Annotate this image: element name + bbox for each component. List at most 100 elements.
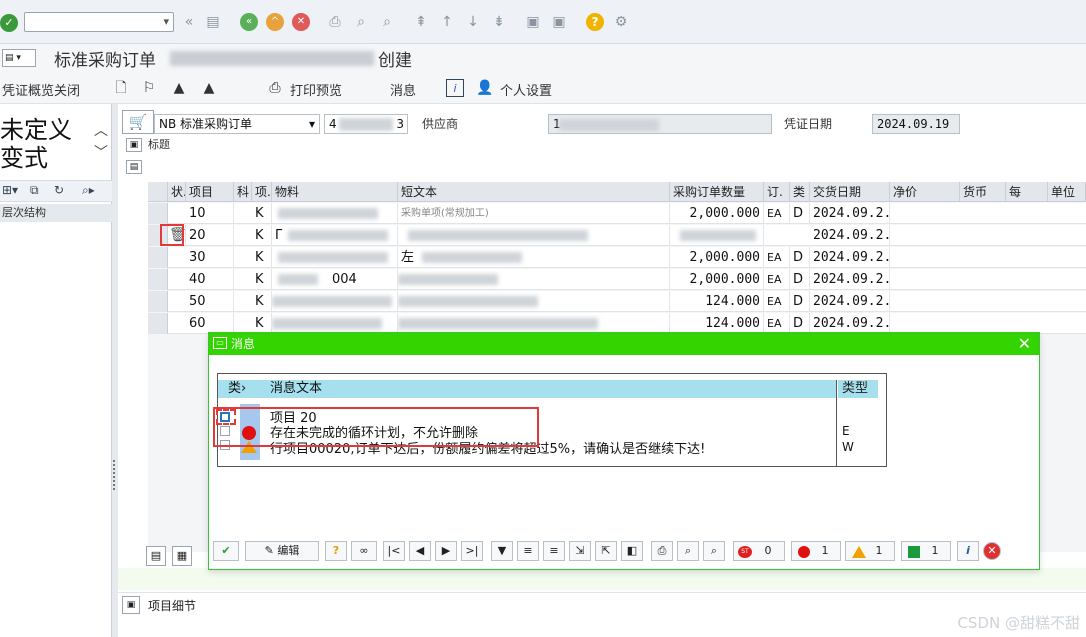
- order-unit[interactable]: EA: [764, 291, 790, 312]
- short-text-cell[interactable]: [398, 291, 670, 312]
- first-page-icon[interactable]: ⇞: [412, 13, 430, 31]
- find-icon[interactable]: ⌕: [352, 13, 370, 31]
- binoculars-icon[interactable]: ⌕▸: [82, 183, 95, 198]
- acct-category[interactable]: K: [252, 269, 272, 290]
- delivery-date[interactable]: 2024.09.2.: [810, 225, 890, 246]
- date-category[interactable]: D: [790, 203, 810, 224]
- print-icon[interactable]: ⎙: [326, 13, 344, 31]
- table-row[interactable]: 60 K 124.000 EA D 2024.09.2.: [148, 313, 1086, 334]
- item-number[interactable]: 50: [186, 291, 234, 312]
- col-material[interactable]: 物料: [272, 182, 398, 202]
- po-qty[interactable]: 2,000.000: [670, 269, 764, 290]
- cart-icon[interactable]: 🛒: [122, 110, 154, 134]
- cancel-icon[interactable]: ✕: [292, 13, 310, 31]
- col-message-type[interactable]: 类型: [838, 380, 878, 398]
- po-qty[interactable]: [670, 225, 764, 246]
- table-row[interactable]: 30 K 左 2,000.000 EA D 2024.09.2.: [148, 247, 1086, 268]
- enter-icon[interactable]: ✓: [0, 14, 18, 32]
- material-cell[interactable]: [272, 203, 398, 224]
- col-acct[interactable]: 科: [234, 182, 252, 202]
- date-category[interactable]: D: [790, 247, 810, 268]
- filter-icon[interactable]: ▼: [491, 541, 513, 561]
- scroll-up-icon[interactable]: ︿: [94, 120, 108, 142]
- prev-page-icon[interactable]: ↑: [438, 13, 456, 31]
- glasses-icon[interactable]: ∞: [351, 541, 377, 561]
- layout-icon[interactable]: ◧: [621, 541, 643, 561]
- acct-category[interactable]: K: [252, 247, 272, 268]
- table-row[interactable]: 50 K 124.000 EA D 2024.09.2.: [148, 291, 1086, 312]
- delivery-date[interactable]: 2024.09.2.: [810, 247, 890, 268]
- first-icon[interactable]: |<: [383, 541, 405, 561]
- scroll-down-icon[interactable]: ﹀: [94, 142, 108, 164]
- save-icon[interactable]: ▤: [204, 13, 222, 31]
- splitter-grip[interactable]: [113, 460, 116, 490]
- po-number-field[interactable]: 4 3: [324, 114, 408, 134]
- info-icon[interactable]: i: [446, 79, 464, 97]
- find-next-icon[interactable]: ⌕: [378, 13, 396, 31]
- hold-icon[interactable]: ▲: [170, 79, 188, 97]
- help-icon[interactable]: ?: [586, 13, 604, 31]
- col-currency[interactable]: 货币: [960, 182, 1006, 202]
- date-category[interactable]: D: [790, 269, 810, 290]
- po-qty[interactable]: 2,000.000: [670, 247, 764, 268]
- row-selector[interactable]: [148, 269, 168, 290]
- row-selector[interactable]: [148, 313, 168, 334]
- find-next-icon[interactable]: ⌕: [703, 541, 725, 561]
- item-number[interactable]: 40: [186, 269, 234, 290]
- order-unit[interactable]: EA: [764, 203, 790, 224]
- material-cell[interactable]: [272, 313, 398, 334]
- info-icon[interactable]: i: [957, 541, 979, 561]
- panel-splitter[interactable]: [112, 104, 118, 637]
- prev-icon[interactable]: ◀: [409, 541, 431, 561]
- col-date-cat[interactable]: 类: [790, 182, 810, 202]
- chevron-down-icon[interactable]: ▾: [163, 13, 169, 31]
- print-icon[interactable]: ⎙: [651, 541, 673, 561]
- vendor-field[interactable]: 1: [548, 114, 772, 134]
- stop-count-button[interactable]: ST 0: [733, 541, 785, 561]
- display-change-icon[interactable]: ⚐: [140, 79, 158, 97]
- menu-icon[interactable]: ▤ ▾: [2, 49, 36, 67]
- delivery-date[interactable]: 2024.09.2.: [810, 291, 890, 312]
- details-icon[interactable]: ▤: [146, 546, 166, 566]
- last-page-icon[interactable]: ⇟: [490, 13, 508, 31]
- sort-asc-icon[interactable]: ≡: [517, 541, 539, 561]
- warning-count-button[interactable]: 1: [845, 541, 895, 561]
- next-page-icon[interactable]: ↓: [464, 13, 482, 31]
- short-text-cell[interactable]: 采购单项(常规加工): [398, 203, 670, 224]
- order-unit[interactable]: EA: [764, 313, 790, 334]
- copy-icon[interactable]: ⧉: [30, 183, 39, 198]
- material-cell[interactable]: [272, 291, 398, 312]
- order-unit[interactable]: EA: [764, 269, 790, 290]
- table-row[interactable]: 🗑 20 K Γ 2024.09.2.: [148, 225, 1086, 246]
- po-qty[interactable]: 2,000.000: [670, 203, 764, 224]
- table-row[interactable]: 40 K 004 2,000.000 EA D 2024.09.2.: [148, 269, 1086, 290]
- col-po-qty[interactable]: 采购订单数量: [670, 182, 764, 202]
- doc-date-field[interactable]: 2024.09.19: [872, 114, 960, 134]
- col-net-price[interactable]: 净价: [890, 182, 960, 202]
- sort-desc-icon[interactable]: ≡: [543, 541, 565, 561]
- print-preview-icon[interactable]: ⎙: [266, 79, 284, 97]
- item-number[interactable]: 20: [186, 225, 234, 246]
- item-number[interactable]: 10: [186, 203, 234, 224]
- row-selector[interactable]: [148, 247, 168, 268]
- acct-category[interactable]: K: [252, 291, 272, 312]
- table-row[interactable]: 10 K 采购单项(常规加工) 2,000.000 EA D 2024.09.2…: [148, 203, 1086, 224]
- col-status[interactable]: 状.: [168, 182, 186, 202]
- shortcut-icon[interactable]: ▣: [550, 13, 568, 31]
- edit-button[interactable]: ✎ 编辑: [245, 541, 319, 561]
- items-collapse-icon[interactable]: ▤: [126, 160, 142, 174]
- error-count-button[interactable]: 1: [791, 541, 841, 561]
- command-field[interactable]: ▾: [24, 12, 174, 32]
- delivery-date[interactable]: 2024.09.2.: [810, 203, 890, 224]
- col-order-unit[interactable]: 订.: [764, 182, 790, 202]
- gear-icon[interactable]: ⚙: [612, 13, 630, 31]
- create-icon[interactable]: 🗋: [112, 79, 130, 97]
- col-short-text[interactable]: 短文本: [398, 182, 670, 202]
- po-qty[interactable]: 124.000: [670, 313, 764, 334]
- expand-detail-icon[interactable]: ▣: [122, 596, 140, 614]
- col-item[interactable]: 项目: [186, 182, 234, 202]
- rewind-icon[interactable]: «: [180, 13, 198, 31]
- date-category[interactable]: D: [790, 291, 810, 312]
- acct-category[interactable]: K: [252, 225, 272, 246]
- find-icon[interactable]: ⌕: [677, 541, 699, 561]
